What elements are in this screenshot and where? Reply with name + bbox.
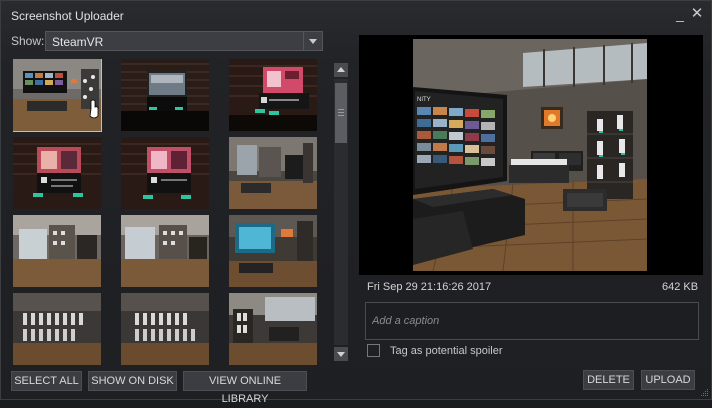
thumbnail-12[interactable] <box>229 293 317 365</box>
minimize-button[interactable]: _ <box>672 5 688 23</box>
spoiler-checkbox-label[interactable]: Tag as potential spoiler <box>390 345 503 357</box>
preview-screen-text: NITY <box>417 97 431 103</box>
window-title: Screenshot Uploader <box>11 9 124 23</box>
title-bar[interactable]: Screenshot Uploader _ ✕ <box>1 1 711 31</box>
show-filter-dropdown[interactable]: SteamVR <box>45 31 323 51</box>
thumbnail-6[interactable] <box>229 137 317 209</box>
view-online-library-button[interactable]: VIEW ONLINE LIBRARY <box>183 371 307 405</box>
thumbnail-3[interactable] <box>229 59 317 131</box>
thumbnail-scrollbar[interactable] <box>334 63 348 361</box>
screenshot-preview: NITY <box>359 35 703 275</box>
scroll-up-arrow-icon[interactable] <box>334 63 348 77</box>
caption-input[interactable] <box>365 302 699 340</box>
show-filter-value: SteamVR <box>52 35 104 49</box>
screenshot-date: Fri Sep 29 21:16:26 2017 <box>367 281 492 293</box>
thumbnail-8[interactable] <box>121 215 209 287</box>
upload-button[interactable]: UPLOAD <box>641 370 695 390</box>
scroll-thumb[interactable] <box>335 83 347 143</box>
show-filter-label: Show: <box>11 34 45 48</box>
close-button[interactable]: ✕ <box>689 5 705 23</box>
show-on-disk-button[interactable]: SHOW ON DISK <box>88 371 177 391</box>
dropdown-arrow-icon <box>303 32 322 50</box>
thumbnail-grid <box>13 59 325 365</box>
thumbnail-5[interactable] <box>121 137 209 209</box>
thumbnail-10[interactable] <box>13 293 101 365</box>
thumbnail-4[interactable] <box>13 137 101 209</box>
screenshot-file-size: 642 KB <box>662 281 699 293</box>
thumbnail-1[interactable] <box>13 59 102 132</box>
resize-grip-icon[interactable] <box>700 388 709 397</box>
thumbnail-2[interactable] <box>121 59 209 131</box>
delete-button[interactable]: DELETE <box>583 370 634 390</box>
screenshot-uploader-window: Screenshot Uploader _ ✕ Show: SteamVR SE… <box>0 0 712 405</box>
thumbnail-7[interactable] <box>13 215 101 287</box>
thumbnail-11[interactable] <box>121 293 209 365</box>
thumbnail-9[interactable] <box>229 215 317 287</box>
spoiler-checkbox[interactable] <box>367 344 380 357</box>
scroll-down-arrow-icon[interactable] <box>334 347 348 361</box>
select-all-button[interactable]: SELECT ALL <box>11 371 82 391</box>
